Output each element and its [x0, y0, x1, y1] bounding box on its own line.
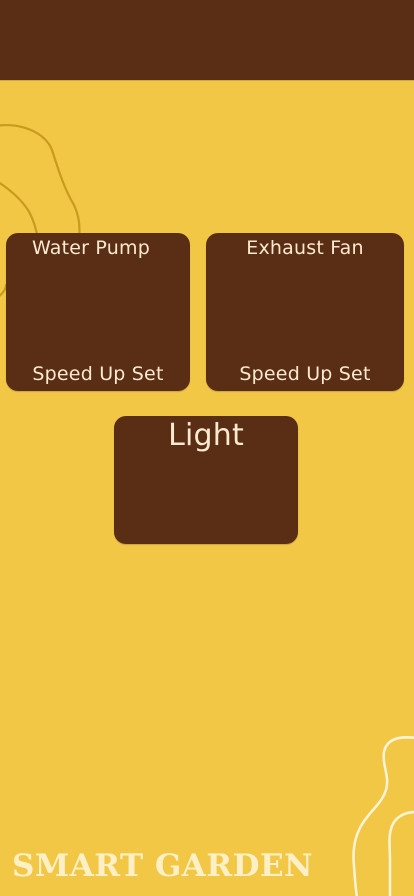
exhaust-fan-card[interactable]: Exhaust Fan Speed Up Set: [206, 233, 404, 391]
brand-title: SMART GARDEN: [12, 848, 313, 884]
light-card[interactable]: Light: [114, 416, 298, 544]
exhaust-fan-title: Exhaust Fan: [246, 237, 364, 259]
water-pump-title: Water Pump: [32, 237, 150, 259]
water-pump-speed-up-set-button[interactable]: Speed Up Set: [6, 363, 190, 385]
water-pump-card[interactable]: Water Pump Speed Up Set: [6, 233, 190, 391]
exhaust-fan-speed-up-set-button[interactable]: Speed Up Set: [206, 363, 404, 385]
light-title: Light: [168, 418, 244, 453]
top-app-bar: [0, 0, 414, 80]
